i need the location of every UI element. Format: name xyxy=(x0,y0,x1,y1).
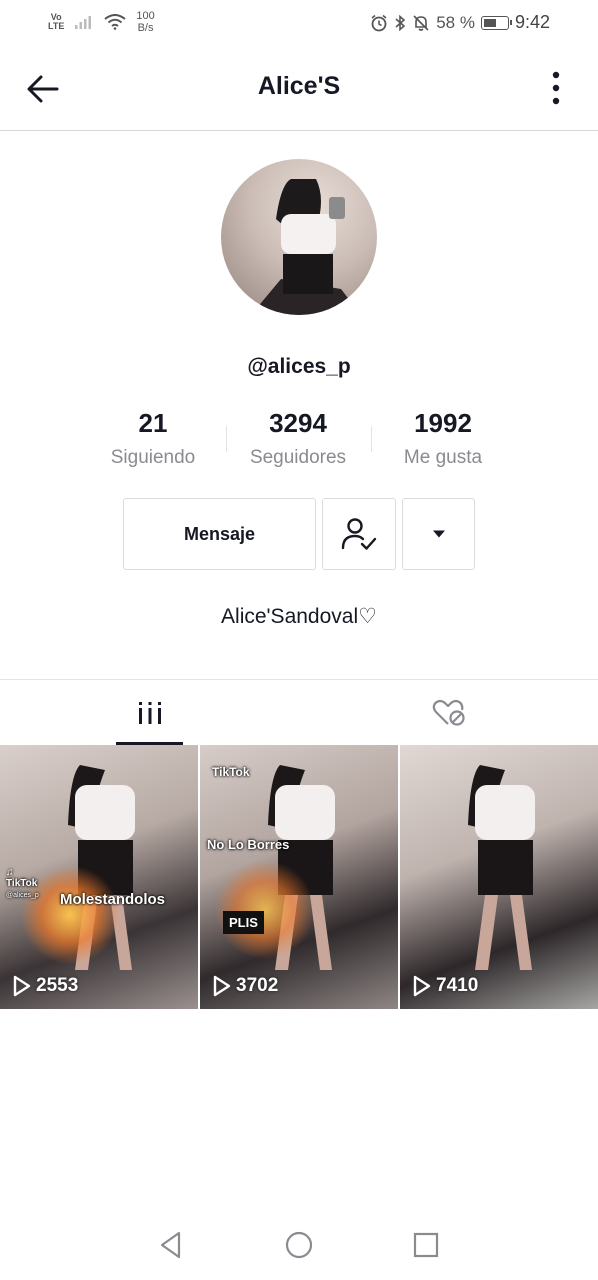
caret-down-icon xyxy=(432,530,445,538)
profile-bio: Alice'Sandoval♡ xyxy=(221,605,377,628)
battery-icon xyxy=(480,15,512,30)
play-icon xyxy=(413,975,431,997)
video-caption: No Lo Borres xyxy=(207,837,290,852)
wifi-icon xyxy=(104,14,126,30)
stat-likes[interactable]: 1992 Me gusta xyxy=(373,408,513,469)
square-recents-icon xyxy=(413,1232,439,1258)
play-count-value: 7410 xyxy=(436,975,479,996)
video-grid: ♫ TikTok @alices_p Molestandolos 2553 Ti… xyxy=(0,745,598,1009)
network-speed-value: 100 xyxy=(136,10,155,22)
grid-icon xyxy=(138,702,161,724)
thumbnail-figure xyxy=(468,765,535,970)
bluetooth-icon xyxy=(395,14,406,31)
stat-divider xyxy=(226,426,227,452)
play-icon xyxy=(213,975,231,997)
tab-videos[interactable] xyxy=(0,680,299,746)
message-button[interactable]: Mensaje xyxy=(123,498,316,570)
tab-liked[interactable] xyxy=(299,680,598,746)
video-thumbnail[interactable]: TikTok No Lo Borres PLIS 3702 xyxy=(200,745,398,1009)
system-nav-bar xyxy=(0,1215,598,1275)
play-count: 7410 xyxy=(412,975,478,997)
video-thumbnail[interactable]: 7410 xyxy=(400,745,598,1009)
status-bar: Vo LTE 100 B/s 58 % 9:42 xyxy=(0,0,598,46)
suggestions-dropdown-button[interactable] xyxy=(402,498,475,570)
caption-badge: PLIS xyxy=(223,911,264,934)
username-handle: @alices_p xyxy=(247,355,351,378)
battery-percent: 58 % xyxy=(436,12,475,32)
volte-indicator: Vo LTE xyxy=(48,12,65,31)
stat-followers[interactable]: 3294 Seguidores xyxy=(228,408,368,469)
watermark-icon: ♫ xyxy=(6,867,14,878)
play-count-value: 2553 xyxy=(36,975,79,996)
stat-following-label: Siguiendo xyxy=(110,447,196,468)
network-speed: 100 B/s xyxy=(136,10,154,34)
more-vertical-icon xyxy=(552,71,560,105)
triangle-back-icon xyxy=(160,1231,181,1259)
stat-followers-count: 3294 xyxy=(269,408,327,438)
profile-actions: Mensaje xyxy=(0,498,598,572)
tiktok-watermark: TikTok xyxy=(212,765,250,779)
stat-following[interactable]: 21 Siguiendo xyxy=(83,408,223,469)
clock: 9:42 xyxy=(514,12,550,32)
video-thumbnail[interactable]: ♫ TikTok @alices_p Molestandolos 2553 xyxy=(0,745,198,1009)
stat-following-count: 21 xyxy=(138,408,168,438)
fire-effect xyxy=(215,860,315,960)
profile-stats: 21 Siguiendo 3294 Seguidores 1992 Me gus… xyxy=(0,408,598,478)
more-options-button[interactable] xyxy=(546,70,566,108)
heart-hidden-icon xyxy=(432,699,465,726)
status-left: Vo LTE 100 B/s xyxy=(48,10,155,34)
nav-back-button[interactable] xyxy=(151,1225,191,1265)
stat-likes-count: 1992 xyxy=(414,408,472,438)
circle-home-icon xyxy=(285,1231,313,1259)
avatar[interactable] xyxy=(221,159,377,315)
play-count: 3702 xyxy=(212,975,278,997)
tiktok-watermark: ♫ TikTok @alices_p xyxy=(6,867,39,901)
avatar-photo xyxy=(251,179,361,315)
stat-divider xyxy=(371,426,372,452)
profile-tabs xyxy=(0,679,598,746)
stat-followers-label: Seguidores xyxy=(249,447,347,468)
top-bar: Alice'S xyxy=(0,46,598,131)
watermark-user: @alices_p xyxy=(6,892,39,899)
mute-icon xyxy=(413,14,429,31)
user-check-icon xyxy=(341,518,377,550)
stat-likes-label: Me gusta xyxy=(403,447,483,468)
alarm-icon xyxy=(371,14,387,31)
status-right: 58 % 9:42 xyxy=(370,12,550,33)
nav-home-button[interactable] xyxy=(279,1225,319,1265)
play-icon xyxy=(13,975,31,997)
following-button[interactable] xyxy=(322,498,396,570)
play-count-value: 3702 xyxy=(236,975,279,996)
page-title: Alice'S xyxy=(257,72,341,100)
network-speed-unit: B/s xyxy=(137,22,154,34)
play-count: 2553 xyxy=(12,975,78,997)
battery-level xyxy=(483,18,496,27)
nav-recents-button[interactable] xyxy=(406,1225,446,1265)
signal-icon xyxy=(75,16,92,29)
watermark-text: TikTok xyxy=(6,878,38,889)
video-caption: Molestandolos xyxy=(60,891,166,908)
